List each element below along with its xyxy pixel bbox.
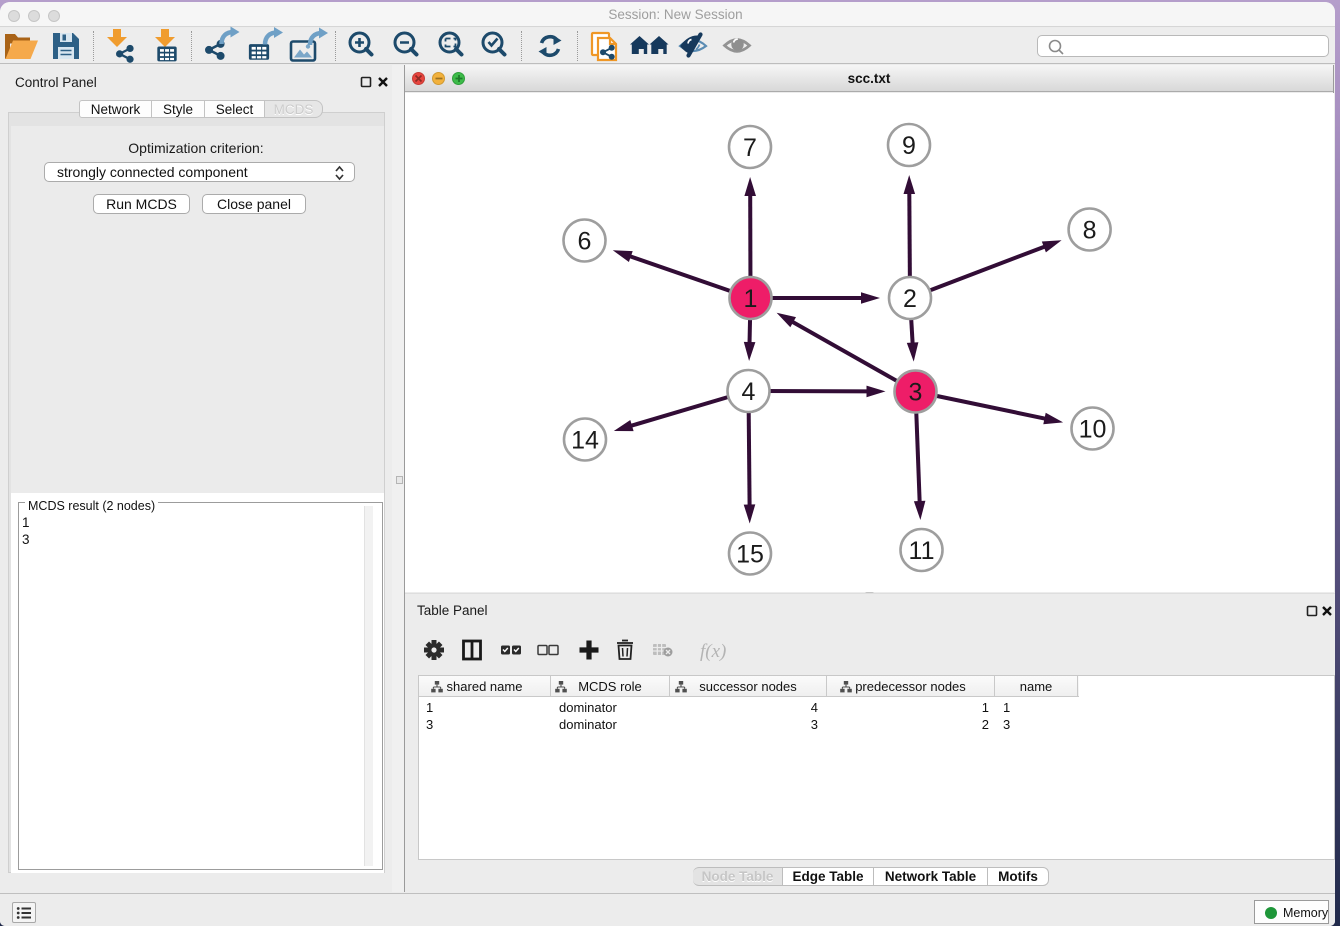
svg-text:9: 9 [902, 132, 916, 160]
svg-text:10: 10 [1079, 416, 1107, 444]
svg-text:f(x): f(x) [700, 641, 726, 662]
svg-text:3: 3 [909, 379, 923, 407]
svg-text:11: 11 [909, 537, 935, 565]
svg-text:14: 14 [571, 427, 599, 455]
svg-text:1: 1 [744, 285, 758, 313]
svg-text:4: 4 [742, 378, 756, 406]
svg-text:6: 6 [578, 228, 592, 256]
svg-text:7: 7 [743, 134, 757, 162]
svg-text:15: 15 [736, 541, 764, 569]
svg-text:8: 8 [1083, 217, 1097, 245]
svg-text:2: 2 [903, 285, 917, 313]
